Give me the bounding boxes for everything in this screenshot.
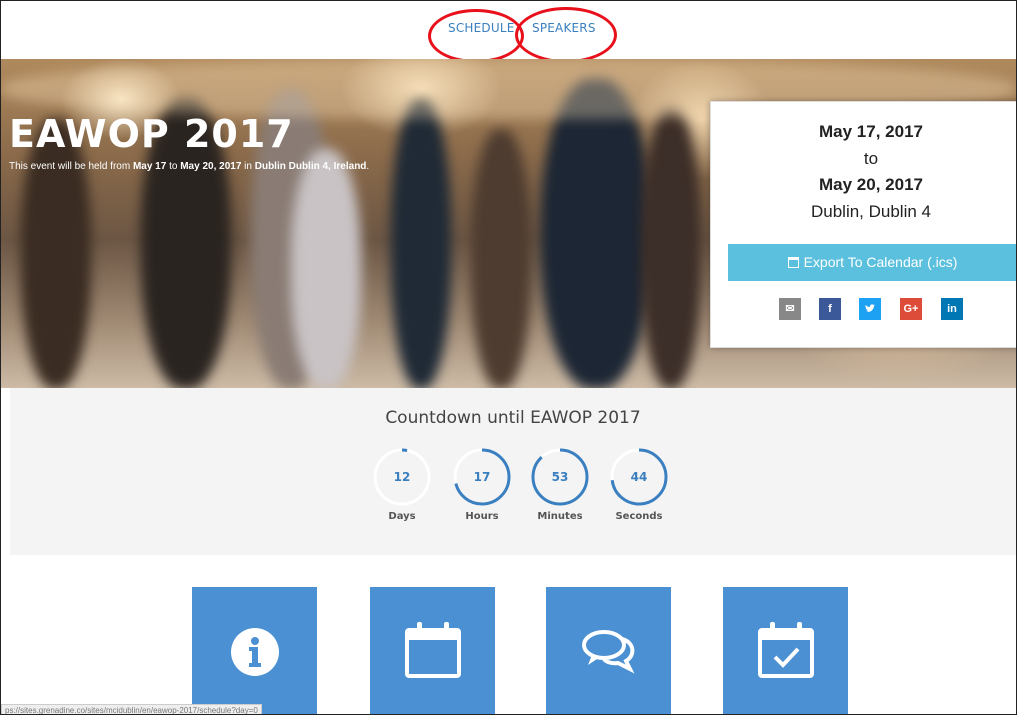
end-date: May 20, 2017	[819, 175, 923, 194]
countdown-section: Countdown until EAWOP 2017 12 Days 17 Ho…	[10, 388, 1016, 555]
export-calendar-button[interactable]: Export To Calendar (.ics)	[728, 244, 1016, 281]
countdown-title: Countdown until EAWOP 2017	[385, 408, 641, 428]
status-bar-url: ps://sites.grenadine.co/sites/mcidublin/…	[1, 704, 262, 714]
hero-sub-text: to	[166, 161, 181, 172]
page: SCHEDULE SPEAKERS EAWOP 2017 This event …	[0, 0, 1017, 715]
hero-start-date: May 17	[132, 161, 167, 172]
hero-decoration	[641, 109, 701, 388]
hero-decoration	[291, 149, 361, 388]
linkedin-icon: in	[947, 303, 957, 315]
annotation-circle-schedule	[428, 9, 524, 63]
seconds-label: Seconds	[615, 511, 663, 522]
minutes-label: Minutes	[537, 511, 583, 522]
hero-decoration	[21, 119, 91, 388]
event-info-card: May 17, 2017 to May 20, 2017 Dublin, Dub…	[710, 101, 1016, 348]
hero-location: Dublin Dublin 4, Ireland	[254, 161, 367, 172]
share-google-plus-button[interactable]: G+	[900, 298, 922, 320]
share-linkedin-button[interactable]: in	[941, 298, 963, 320]
annotation-circle-speakers	[515, 7, 617, 63]
hours-value: 17	[473, 470, 491, 484]
twitter-icon	[865, 304, 875, 312]
hero-decoration	[541, 79, 651, 388]
facebook-icon: f	[828, 303, 832, 315]
email-icon: ✉	[785, 303, 795, 315]
share-email-button[interactable]: ✉	[779, 298, 801, 320]
seconds-value: 44	[630, 470, 648, 484]
days-value: 12	[393, 470, 411, 484]
event-title: EAWOP 2017	[9, 112, 294, 156]
info-icon	[231, 628, 279, 676]
tile-schedule[interactable]	[370, 587, 495, 714]
hero-end-date: May 20, 2017	[180, 161, 242, 172]
hero-sub-text: This event will be held from	[9, 161, 133, 172]
calendar-icon	[787, 257, 799, 268]
top-nav: SCHEDULE SPEAKERS	[1, 1, 1016, 63]
start-date: May 17, 2017	[819, 122, 923, 141]
minutes-value: 53	[551, 470, 569, 484]
hours-label: Hours	[465, 511, 499, 522]
tile-info[interactable]	[192, 587, 317, 714]
share-twitter-button[interactable]	[859, 298, 881, 320]
countdown-hours: 17 Hours	[453, 448, 511, 522]
countdown-seconds: 44 Seconds	[610, 448, 668, 522]
hero-decoration	[391, 99, 451, 388]
date-separator: to	[863, 149, 879, 168]
event-location: Dublin, Dublin 4	[810, 202, 931, 221]
countdown-days: 12 Days	[373, 448, 431, 522]
days-label: Days	[388, 511, 416, 522]
hero-sub-text: in	[241, 161, 255, 172]
calendar-icon	[405, 622, 461, 678]
speech-bubbles-icon	[582, 630, 635, 674]
share-facebook-button[interactable]: f	[819, 298, 841, 320]
event-description: This event will be held from May 17 to M…	[9, 161, 369, 172]
export-calendar-label: Export To Calendar (.ics)	[803, 254, 958, 270]
google-plus-icon: G+	[903, 303, 919, 315]
tile-discussion[interactable]	[546, 587, 671, 714]
hero-decoration	[471, 129, 531, 388]
calendar-check-icon	[758, 622, 814, 678]
hero-sub-text: .	[366, 161, 370, 172]
countdown-minutes: 53 Minutes	[531, 448, 589, 522]
tile-my-agenda[interactable]	[723, 587, 848, 714]
